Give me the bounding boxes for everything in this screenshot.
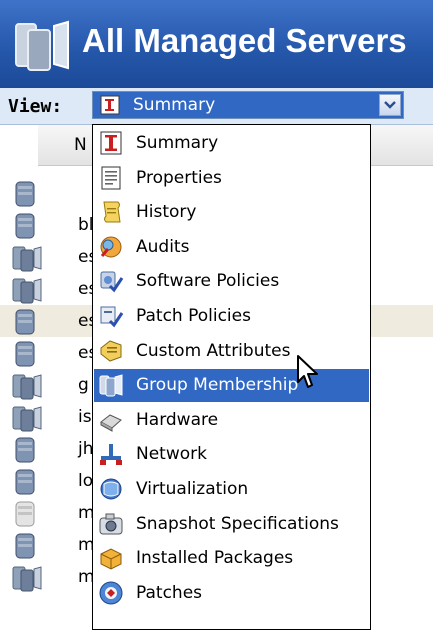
option-label: History	[136, 202, 197, 222]
option-label: Network	[136, 444, 207, 464]
server-icon	[15, 341, 35, 367]
page-title: All Managed Servers	[82, 22, 407, 59]
option-label: Installed Packages	[136, 548, 294, 568]
option-label: Patch Policies	[136, 306, 251, 326]
option-label: Custom Attributes	[136, 341, 291, 361]
view-select-value: Summary	[133, 95, 216, 115]
server-icon	[15, 213, 35, 239]
virtualization-icon	[100, 478, 122, 500]
group-membership-icon	[99, 374, 123, 397]
row-name: g	[78, 375, 89, 395]
option-audits[interactable]: Audits	[94, 231, 369, 264]
server-group-icon	[12, 566, 42, 592]
server-group-icon	[12, 406, 42, 432]
server-icon	[15, 469, 35, 495]
option-label: Software Policies	[136, 271, 280, 291]
option-label: Hardware	[136, 410, 219, 430]
title-bar: All Managed Servers	[0, 0, 433, 89]
option-group-membership[interactable]: Group Membership	[94, 369, 369, 402]
audits-icon	[100, 236, 122, 258]
option-history[interactable]: History	[94, 196, 369, 229]
option-summary[interactable]: Summary	[94, 127, 369, 160]
software-policies-icon	[100, 271, 124, 293]
mouse-cursor-icon	[297, 355, 318, 388]
option-virtualization[interactable]: Virtualization	[94, 473, 369, 506]
network-icon	[100, 444, 122, 465]
option-patch-policies[interactable]: Patch Policies	[94, 300, 369, 333]
option-label: Snapshot Specifications	[136, 514, 339, 534]
installed-packages-icon	[100, 548, 122, 570]
option-snapshot-specifications[interactable]: Snapshot Specifications	[94, 508, 369, 541]
option-properties[interactable]: Properties	[94, 162, 369, 195]
server-icon	[15, 181, 35, 207]
server-group-icon	[12, 246, 42, 272]
option-label: Patches	[136, 583, 203, 603]
option-hardware[interactable]: Hardware	[94, 404, 369, 437]
option-label: Virtualization	[136, 479, 249, 499]
option-patches[interactable]: Patches	[94, 577, 369, 610]
option-label: Summary	[136, 133, 219, 153]
option-label: Properties	[136, 168, 222, 188]
chevron-down-icon	[384, 101, 396, 109]
patches-icon	[99, 581, 123, 605]
option-software-policies[interactable]: Software Policies	[94, 265, 369, 298]
column-header-label: N	[74, 135, 87, 155]
option-custom-attributes[interactable]: Custom Attributes	[94, 335, 369, 368]
servers-icon	[15, 20, 69, 71]
dropdown-arrow-button[interactable]	[379, 94, 401, 116]
view-bar: View: Summary	[0, 88, 433, 125]
properties-icon	[101, 166, 121, 190]
snapshot-specifications-icon	[99, 513, 123, 535]
server-group-icon	[12, 278, 42, 304]
server-icon	[15, 501, 35, 527]
server-icon	[15, 309, 35, 335]
custom-attributes-icon	[100, 340, 122, 362]
row-name: is	[78, 407, 92, 427]
option-installed-packages[interactable]: Installed Packages	[94, 542, 369, 575]
row-name: lo	[78, 471, 94, 491]
summary-icon	[100, 95, 120, 115]
option-network[interactable]: Network	[94, 438, 369, 471]
server-icon	[15, 437, 35, 463]
hardware-icon	[100, 414, 122, 432]
option-label: Group Membership	[136, 375, 299, 395]
view-label: View:	[8, 96, 63, 117]
option-label: Audits	[136, 237, 190, 257]
patch-policies-icon	[100, 306, 124, 328]
summary-icon	[100, 131, 122, 155]
server-icon	[15, 533, 35, 559]
server-group-icon	[12, 374, 42, 400]
view-select[interactable]: Summary	[92, 91, 404, 119]
view-dropdown-list: Summary Properties History Audits Software P…	[92, 124, 371, 630]
history-icon	[103, 201, 121, 223]
